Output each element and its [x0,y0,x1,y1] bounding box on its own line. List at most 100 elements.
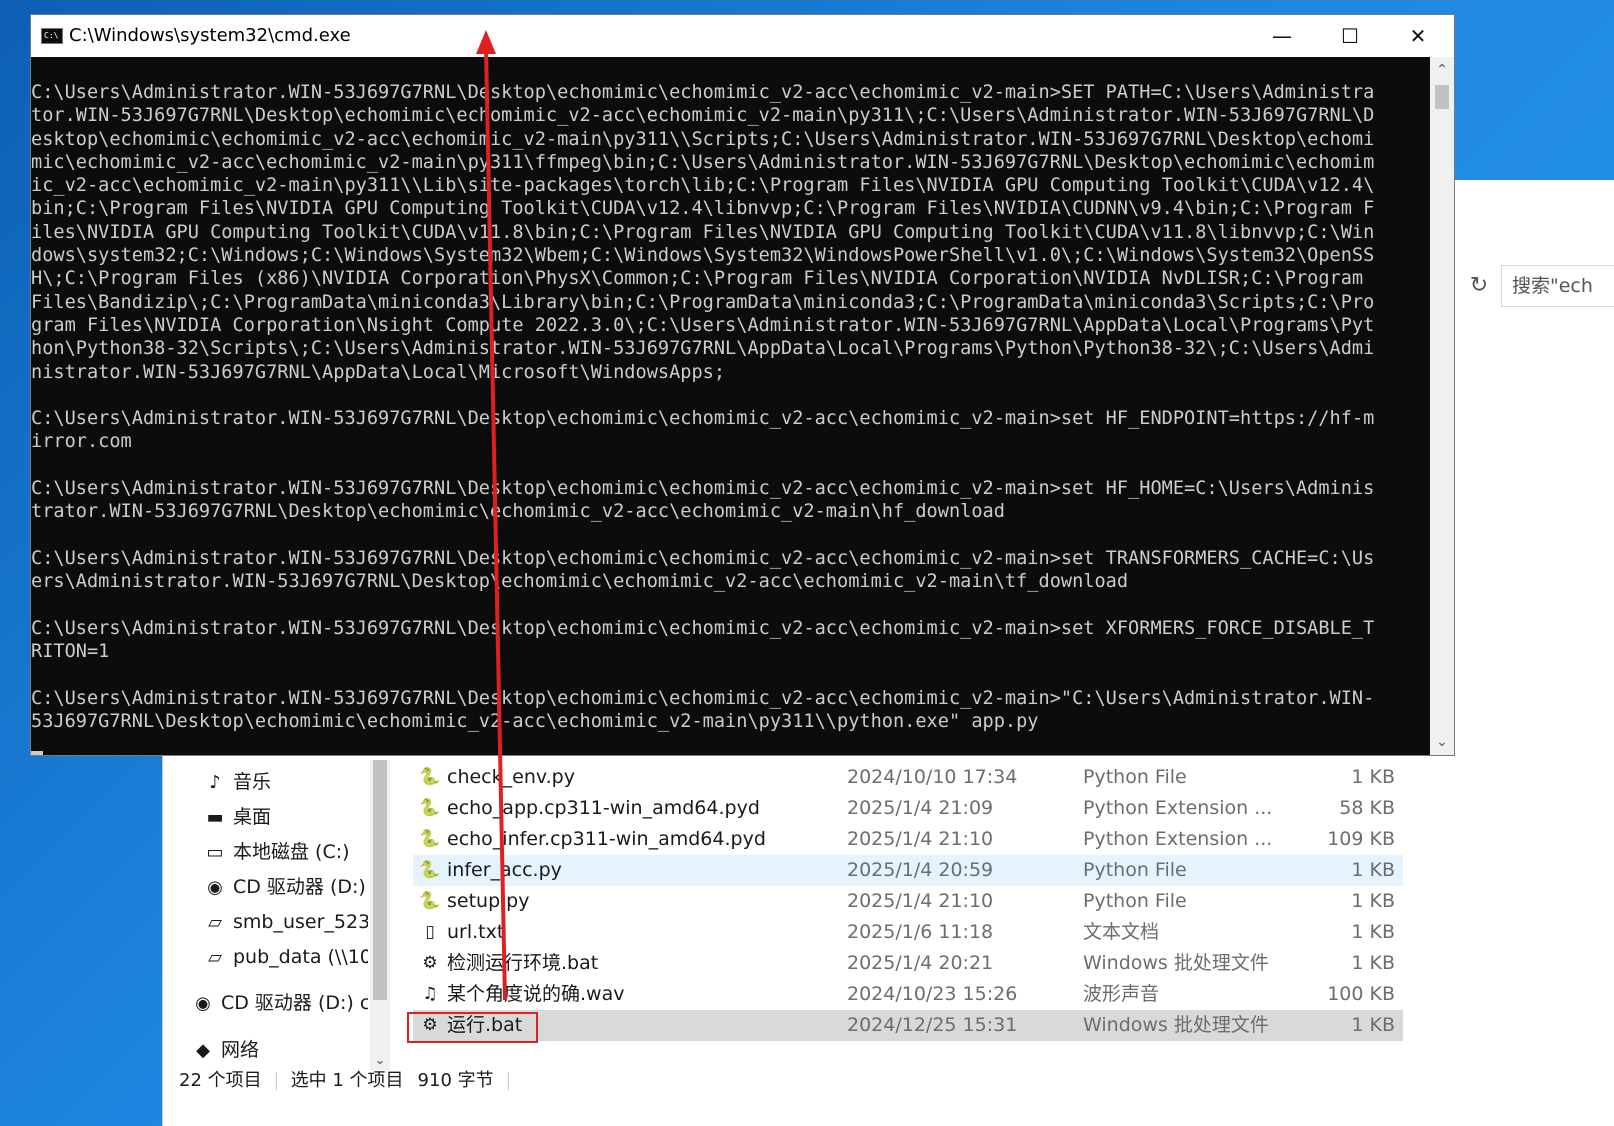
file-row[interactable]: 🐍 infer_acc.py 2025/1/4 20:59 Python File 1 … [413,855,1403,886]
nav-item-label: 本地磁盘 (C:) [233,841,350,863]
nav-item[interactable]: ▱ smb_user_523 ( [203,907,368,937]
file-size: 58 KB [1339,797,1395,819]
file-row[interactable]: 🐍 check_env.py 2024/10/10 17:34 Python File… [413,762,1403,793]
console-line: Files\Bandizip\;C:\ProgramData\miniconda… [31,291,1375,313]
cd-drive-icon: ◉ [207,877,223,898]
file-row[interactable]: ▯ url.txt 2025/1/6 11:18 文本文档 1 KB [413,917,1403,948]
file-date: 2025/1/4 20:59 [847,859,994,881]
nav-item[interactable]: ▭ 本地磁盘 (C:) [203,837,368,867]
nav-item-label: CD 驱动器 (D:) cf [221,992,368,1014]
status-separator [275,1072,277,1090]
file-type: Windows 批处理文件 [1083,952,1269,974]
file-name: 某个角度说的确.wav [447,983,625,1005]
selection-count: 选中 1 个项目 [290,1070,404,1091]
maximize-button[interactable]: ☐ [1316,15,1384,57]
network-icon: ◆ [196,1040,210,1061]
cmd-titlebar[interactable]: C:\ C:\Windows\system32\cmd.exe — ☐ ✕ [31,15,1454,57]
console-line: C:\Users\Administrator.WIN-53J697G7RNL\D… [31,687,1375,709]
console-line: hon\Python38-32\Scripts\;C:\Users\Admini… [31,338,1375,360]
file-row[interactable]: 🐍 echo_infer.cp311-win_amd64.pyd 2025/1/4 … [413,824,1403,855]
file-size: 1 KB [1351,766,1395,788]
file-row[interactable]: 🐍 setup.py 2025/1/4 21:10 Python File 1 KB [413,886,1403,917]
console-output[interactable]: C:\Users\Administrator.WIN-53J697G7RNL\D… [31,57,1431,755]
python-file-icon: 🐍 [419,891,441,911]
file-row[interactable]: ♫ 某个角度说的确.wav 2024/10/23 15:26 波形声音 100 KB [413,979,1403,1010]
console-line: nistrator.WIN-53J697G7RNL\AppData\Local\… [31,361,726,383]
file-row[interactable]: ⚙ 检测运行环境.bat 2025/1/4 20:21 Windows 批处理文件 1 … [413,948,1403,979]
file-date: 2024/10/23 15:26 [847,983,1018,1005]
file-date: 2024/10/10 17:34 [847,766,1018,788]
console-line: esktop\echomimic\echomimic_v2-acc\echomi… [31,128,1375,150]
console-line: C:\Users\Administrator.WIN-53J697G7RNL\D… [31,478,1375,500]
python-file-icon: 🐍 [419,860,441,880]
console-line: gram Files\NVIDIA Corporation\Nsight Com… [31,314,1375,336]
file-size: 1 KB [1351,921,1395,943]
console-scrollbar[interactable]: ⌃ ⌄ [1430,57,1454,755]
file-row[interactable]: ⚙ 运行.bat 2024/12/25 15:31 Windows 批处理文件 1 KB [413,1010,1403,1041]
nav-item[interactable]: ♪ 音乐 [203,767,368,797]
cmd-window[interactable]: C:\ C:\Windows\system32\cmd.exe — ☐ ✕ C:… [30,14,1455,756]
console-line: H\;C:\Program Files (x86)\NVIDIA Corpora… [31,268,1375,290]
file-name: echo_app.cp311-win_amd64.pyd [447,797,760,819]
refresh-icon[interactable]: ↻ [1459,265,1499,307]
file-type: Python File [1083,766,1187,788]
file-date: 2025/1/4 21:09 [847,797,994,819]
desktop-icon: ▬ [206,807,224,828]
console-line: irror.com [31,431,132,453]
nav-item[interactable]: ▬ 桌面 [203,802,368,832]
nav-item-label: CD 驱动器 (D:) c [233,876,368,898]
file-size: 1 KB [1351,952,1395,974]
python-file-icon: 🐍 [419,798,441,818]
file-name: setup.py [447,890,530,912]
file-date: 2025/1/4 21:10 [847,828,994,850]
network-drive-icon: ▱ [208,912,222,933]
file-size: 100 KB [1327,983,1395,1005]
nav-item[interactable]: ◉ CD 驱动器 (D:) cf [191,988,368,1018]
scroll-down-icon[interactable]: ⌄ [1430,729,1454,755]
console-line: dows\system32;C:\Windows;C:\Windows\Syst… [31,245,1375,267]
file-type: Python Extension ... [1083,797,1273,819]
annotation-highlight-box [407,1012,538,1043]
file-size: 1 KB [1351,890,1395,912]
nav-scroll-thumb[interactable] [373,760,387,1000]
batch-file-icon: ⚙ [422,953,438,973]
file-size: 1 KB [1351,859,1395,881]
cmd-app-icon: C:\ [41,28,63,44]
console-line: C:\Users\Administrator.WIN-53J697G7RNL\D… [31,617,1375,639]
search-input[interactable]: 搜索"ech [1501,265,1614,307]
console-line: mic\echomimic_v2-acc\echomimic_v2-main\p… [31,151,1375,173]
nav-item[interactable]: ▱ pub_data (\\10. [203,942,368,972]
minimize-button[interactable]: — [1248,15,1316,57]
network-drive-icon: ▱ [208,947,222,968]
file-type: Python File [1083,859,1187,881]
close-button[interactable]: ✕ [1384,15,1452,57]
status-separator [507,1072,509,1090]
scroll-thumb[interactable] [1435,85,1449,109]
python-file-icon: 🐍 [419,767,441,787]
file-date: 2024/12/25 15:31 [847,1014,1018,1036]
nav-scrollbar[interactable]: ⌄ [370,760,390,1070]
file-name: infer_acc.py [447,859,562,881]
file-size: 1 KB [1351,1014,1395,1036]
nav-scroll-down-icon[interactable]: ⌄ [370,1053,390,1068]
music-icon: ♪ [209,772,221,793]
file-date: 2025/1/4 21:10 [847,890,994,912]
file-row[interactable]: 🐍 echo_app.cp311-win_amd64.pyd 2025/1/4 21… [413,793,1403,824]
nav-item-label: 音乐 [233,771,272,793]
console-line: C:\Users\Administrator.WIN-53J697G7RNL\D… [31,547,1375,569]
nav-item-label: 桌面 [233,806,272,828]
console-line: ic_v2-acc\echomimic_v2-main\py311\\Lib\s… [31,175,1375,197]
scroll-up-icon[interactable]: ⌃ [1430,57,1454,83]
nav-item-label: pub_data (\\10. [233,946,368,968]
cd-drive-icon: ◉ [195,993,211,1014]
console-line: iles\NVIDIA GPU Computing Toolkit\CUDA\v… [31,221,1375,243]
file-type: Python Extension ... [1083,828,1273,850]
console-line: bin;C:\Program Files\NVIDIA GPU Computin… [31,198,1375,220]
nav-item[interactable]: ◆ 网络 [191,1035,368,1065]
nav-item[interactable]: ◉ CD 驱动器 (D:) c [203,872,368,902]
selection-size: 910 字节 [417,1070,494,1091]
